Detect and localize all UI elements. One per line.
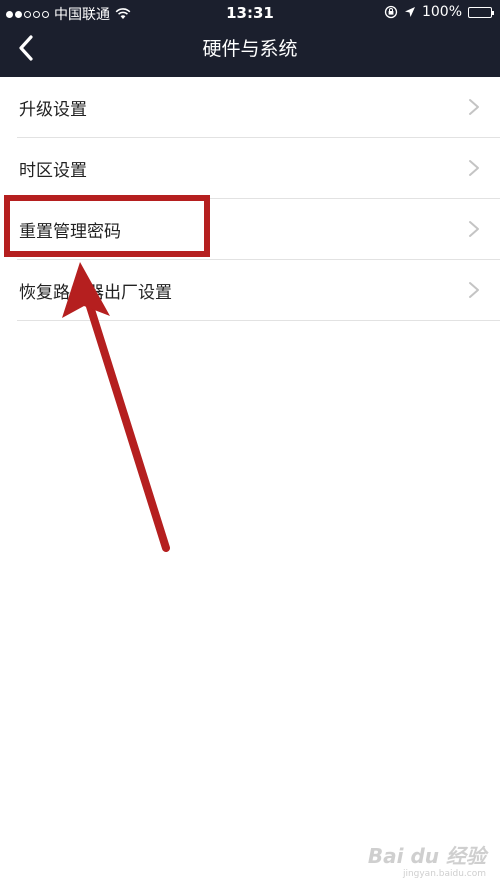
watermark-url: jingyan.baidu.com: [402, 869, 486, 879]
rotation-lock-icon: [384, 5, 398, 19]
menu-item-timezone-settings[interactable]: 时区设置: [17, 138, 500, 199]
chevron-right-icon: [469, 160, 479, 176]
menu-item-upgrade-settings[interactable]: 升级设置: [17, 77, 500, 138]
watermark: Bai du 经验 jingyan.baidu.com: [368, 840, 486, 879]
menu-item-label: 升级设置: [19, 99, 87, 120]
chevron-right-icon: [469, 221, 479, 237]
page-title: 硬件与系统: [202, 38, 298, 60]
chevron-right-icon: [469, 99, 479, 115]
status-bar: 中国联通 13:31 100%: [0, 0, 500, 26]
battery-icon: [468, 6, 494, 18]
top-bar: 中国联通 13:31 100% 硬件与系统: [0, 0, 500, 77]
location-arrow-icon: [404, 7, 415, 17]
annotation-highlight-box: [4, 195, 210, 257]
menu-item-label: 恢复路由器出厂设置: [19, 282, 172, 303]
navigation-bar: 硬件与系统: [0, 26, 500, 77]
watermark-text: Bai du 经验: [367, 844, 486, 868]
chevron-right-icon: [469, 282, 479, 298]
menu-item-label: 时区设置: [19, 160, 87, 181]
menu-item-factory-reset[interactable]: 恢复路由器出厂设置: [17, 260, 500, 321]
battery-percent: 100%: [421, 4, 462, 20]
status-right: 100%: [384, 4, 494, 20]
